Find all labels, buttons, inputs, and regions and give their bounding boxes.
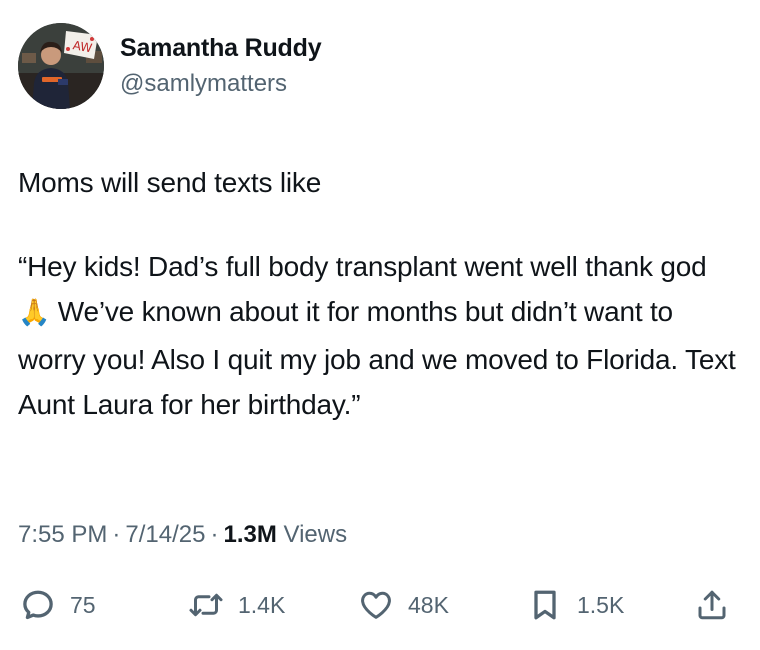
views-label[interactable]: Views: [284, 521, 348, 548]
repost-button[interactable]: 1.4K: [188, 583, 285, 627]
bookmark-count: 1.5K: [577, 591, 625, 618]
reply-count: 75: [70, 591, 96, 618]
tweet-text: Moms will send texts like “Hey kids! Dad…: [18, 160, 738, 428]
repost-count: 1.4K: [238, 591, 286, 618]
reply-icon: [23, 590, 53, 620]
tweet-quote-part-1: “Hey kids! Dad’s full body transplant we…: [18, 250, 707, 282]
action-bar: 75 1.4K 48K 1.5K: [0, 583, 760, 627]
like-button[interactable]: 48K: [358, 583, 449, 627]
tweet-time[interactable]: 7:55 PM: [18, 521, 107, 548]
meta-separator: ·: [210, 521, 219, 548]
bookmark-icon: [534, 590, 556, 620]
tweet-meta: 7:55 PM · 7/14/25 · 1.3M Views: [18, 521, 347, 549]
tweet-card: AW Samantha Ruddy @samlymatters Moms wil…: [0, 0, 760, 650]
like-icon: [361, 591, 391, 619]
reply-button[interactable]: 75: [20, 583, 96, 627]
repost-icon: [189, 593, 223, 617]
share-icon: [698, 590, 726, 620]
views-count[interactable]: 1.3M: [223, 521, 276, 548]
praying-hands-emoji: 🙏: [18, 298, 51, 328]
like-count: 48K: [408, 591, 449, 618]
avatar[interactable]: AW: [18, 23, 104, 109]
share-button[interactable]: [694, 583, 730, 627]
bookmark-button[interactable]: 1.5K: [527, 583, 624, 627]
author-name[interactable]: Samantha Ruddy: [120, 34, 322, 63]
author-handle[interactable]: @samlymatters: [120, 70, 287, 98]
tweet-date[interactable]: 7/14/25: [125, 521, 205, 548]
meta-separator: ·: [112, 521, 121, 548]
tweet-quote-part-2: We’ve known about it for months but didn…: [18, 296, 736, 420]
tweet-quote: “Hey kids! Dad’s full body transplant we…: [18, 244, 738, 428]
avatar-image: AW: [18, 23, 104, 109]
tweet-text-line-1: Moms will send texts like: [18, 167, 322, 198]
